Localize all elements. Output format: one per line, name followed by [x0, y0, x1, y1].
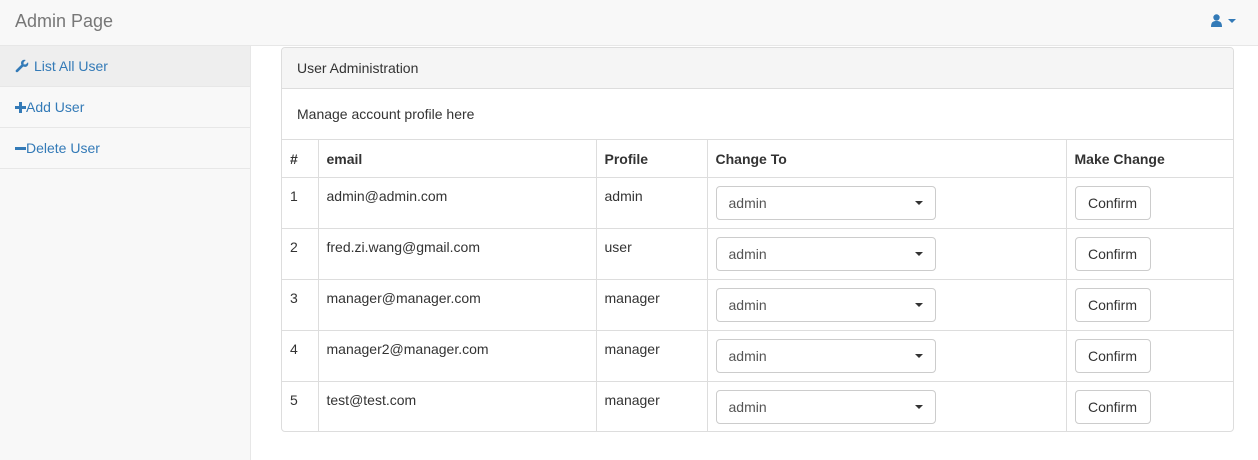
- column-header-email: email: [318, 140, 597, 178]
- sidebar-item-label: Add User: [26, 99, 85, 115]
- table-row: 5 test@test.com manager admin Confirm: [282, 381, 1233, 431]
- chevron-down-icon: [1228, 18, 1236, 23]
- chevron-down-icon: [914, 251, 923, 256]
- change-to-select[interactable]: admin: [715, 236, 936, 271]
- wrench-icon: [15, 59, 29, 73]
- sidebar-item-label: Delete User: [26, 140, 100, 156]
- sidebar-item-label: List All User: [34, 58, 108, 74]
- user-icon: [1211, 14, 1222, 27]
- brand-title[interactable]: Admin Page: [15, 11, 113, 32]
- table-row: 1 admin@admin.com admin admin Confirm: [282, 177, 1233, 229]
- change-to-select[interactable]: admin: [715, 338, 936, 373]
- change-to-select[interactable]: admin: [715, 185, 936, 220]
- sidebar: List All User Add User Delete User: [0, 46, 251, 460]
- navbar: Admin Page: [0, 0, 1258, 46]
- row-email: admin@admin.com: [318, 177, 597, 229]
- select-value: admin: [728, 347, 767, 364]
- column-header-number: #: [282, 140, 319, 178]
- change-to-select[interactable]: admin: [715, 287, 936, 322]
- confirm-button[interactable]: Confirm: [1074, 185, 1151, 220]
- column-header-change-to: Change To: [707, 140, 1067, 178]
- select-value: admin: [728, 296, 767, 313]
- chevron-down-icon: [914, 200, 923, 205]
- table-row: 2 fred.zi.wang@gmail.com user admin Conf…: [282, 228, 1233, 280]
- row-profile: manager: [596, 279, 708, 331]
- sidebar-item-delete-user[interactable]: Delete User: [0, 128, 250, 169]
- row-email: manager2@manager.com: [318, 330, 597, 382]
- row-profile: admin: [596, 177, 708, 229]
- chevron-down-icon: [914, 404, 923, 409]
- confirm-button[interactable]: Confirm: [1074, 389, 1151, 424]
- confirm-button[interactable]: Confirm: [1074, 338, 1151, 373]
- user-admin-panel: User Administration Manage account profi…: [281, 47, 1234, 432]
- table-row: 4 manager2@manager.com manager admin Con…: [282, 330, 1233, 382]
- change-to-select[interactable]: admin: [715, 389, 936, 424]
- row-profile: user: [596, 228, 708, 280]
- plus-icon: [15, 101, 26, 113]
- row-number: 4: [282, 330, 319, 382]
- row-number: 5: [282, 381, 319, 431]
- row-profile: manager: [596, 381, 708, 431]
- sidebar-item-add-user[interactable]: Add User: [0, 87, 250, 128]
- row-number: 3: [282, 279, 319, 331]
- table-header-row: # email Profile Change To Make Change: [282, 140, 1233, 178]
- chevron-down-icon: [914, 302, 923, 307]
- row-email: fred.zi.wang@gmail.com: [318, 228, 597, 280]
- column-header-profile: Profile: [596, 140, 708, 178]
- confirm-button[interactable]: Confirm: [1074, 287, 1151, 322]
- row-email: manager@manager.com: [318, 279, 597, 331]
- minus-icon: [15, 143, 26, 154]
- select-value: admin: [728, 245, 767, 262]
- row-number: 1: [282, 177, 319, 229]
- users-table: # email Profile Change To Make Change 1 …: [282, 140, 1233, 431]
- column-header-make-change: Make Change: [1066, 140, 1233, 178]
- row-number: 2: [282, 228, 319, 280]
- panel-heading: User Administration: [282, 48, 1233, 89]
- panel-description: Manage account profile here: [282, 89, 1233, 140]
- sidebar-item-list-all-user[interactable]: List All User: [0, 46, 250, 87]
- table-row: 3 manager@manager.com manager admin Conf…: [282, 279, 1233, 331]
- user-menu-dropdown[interactable]: [1211, 14, 1236, 27]
- select-value: admin: [728, 194, 767, 211]
- confirm-button[interactable]: Confirm: [1074, 236, 1151, 271]
- chevron-down-icon: [914, 353, 923, 358]
- row-email: test@test.com: [318, 381, 597, 431]
- row-profile: manager: [596, 330, 708, 382]
- select-value: admin: [728, 398, 767, 415]
